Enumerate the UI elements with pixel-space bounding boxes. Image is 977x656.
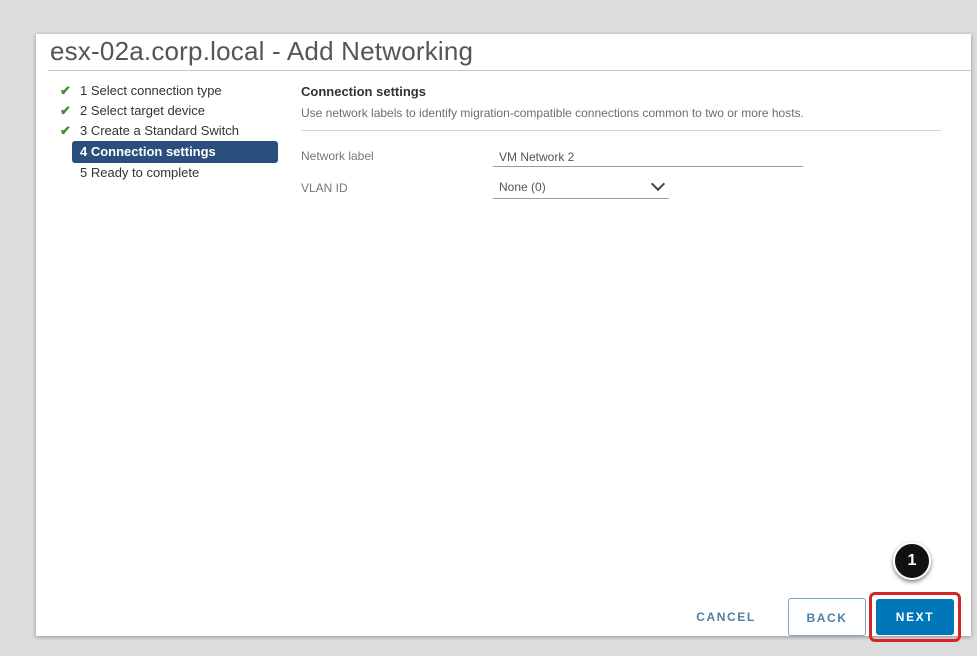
section-description: Use network labels to identify migration… [301, 106, 804, 120]
check-icon: ✔ [60, 103, 71, 118]
dialog-title: esx-02a.corp.local - Add Networking [50, 36, 474, 66]
step-callout-badge: 1 [893, 542, 931, 580]
connection-settings-panel: Connection settings Use network labels t… [301, 82, 941, 203]
title-divider [48, 70, 971, 71]
add-networking-dialog: esx-02a.corp.local - Add Networking ✔ 1 … [36, 34, 971, 642]
dialog-footer: CANCEL BACK NEXT [36, 576, 971, 642]
step-select-target-device[interactable]: ✔ 2 Select target device [58, 101, 288, 121]
step-label: 5 Ready to complete [80, 165, 200, 180]
back-button[interactable]: BACK [788, 598, 866, 636]
vlan-id-select[interactable]: None (0) [493, 173, 669, 199]
vlan-id-row: VLAN ID None (0) [301, 171, 941, 203]
network-label-row: Network label [301, 139, 941, 171]
step-label: 3 Create a Standard Switch [80, 123, 239, 138]
step-create-standard-switch[interactable]: ✔ 3 Create a Standard Switch [58, 121, 288, 141]
chevron-down-icon [650, 176, 666, 192]
step-label: 2 Select target device [80, 103, 206, 118]
step-ready-to-complete[interactable]: 5 Ready to complete [58, 163, 288, 183]
step-label: 1 Select connection type [80, 83, 222, 98]
step-label: 4 Connection settings [80, 144, 216, 159]
step-select-connection-type[interactable]: ✔ 1 Select connection type [58, 81, 288, 101]
next-button-highlight: NEXT [869, 592, 961, 642]
network-label-label: Network label [301, 149, 374, 163]
check-icon: ✔ [60, 123, 71, 138]
section-divider [301, 130, 941, 131]
section-title: Connection settings [301, 84, 426, 99]
step-connection-settings[interactable]: 4 Connection settings [72, 141, 278, 163]
check-icon: ✔ [60, 83, 71, 98]
cancel-button[interactable]: CANCEL [686, 598, 766, 636]
vlan-id-label: VLAN ID [301, 181, 348, 195]
next-button[interactable]: NEXT [876, 599, 954, 635]
network-label-input[interactable] [493, 141, 803, 167]
wizard-steps: ✔ 1 Select connection type ✔ 2 Select ta… [58, 81, 288, 183]
vlan-id-value: None (0) [499, 180, 546, 194]
